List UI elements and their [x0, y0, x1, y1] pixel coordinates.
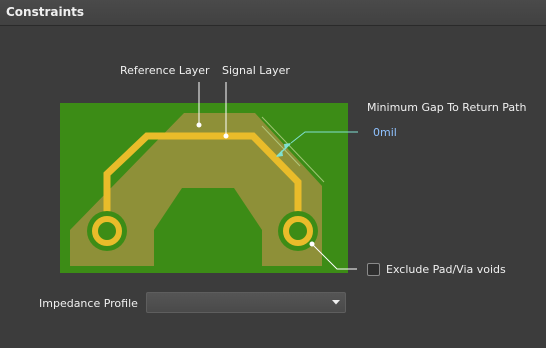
exclude-voids-label: Exclude Pad/Via voids [386, 262, 506, 276]
reference-layer-label: Reference Layer [120, 64, 210, 77]
impedance-profile-label: Impedance Profile [39, 297, 138, 310]
exclude-voids-checkbox-row[interactable]: Exclude Pad/Via voids [367, 261, 506, 277]
exclude-voids-checkbox[interactable] [367, 262, 380, 276]
impedance-profile-select[interactable] [146, 292, 346, 313]
signal-layer-label: Signal Layer [222, 64, 290, 77]
min-gap-value-field[interactable]: 0mil [373, 126, 397, 139]
pad-left [87, 211, 127, 251]
min-gap-label: Minimum Gap To Return Path [367, 101, 527, 114]
chevron-down-icon[interactable] [330, 296, 342, 308]
